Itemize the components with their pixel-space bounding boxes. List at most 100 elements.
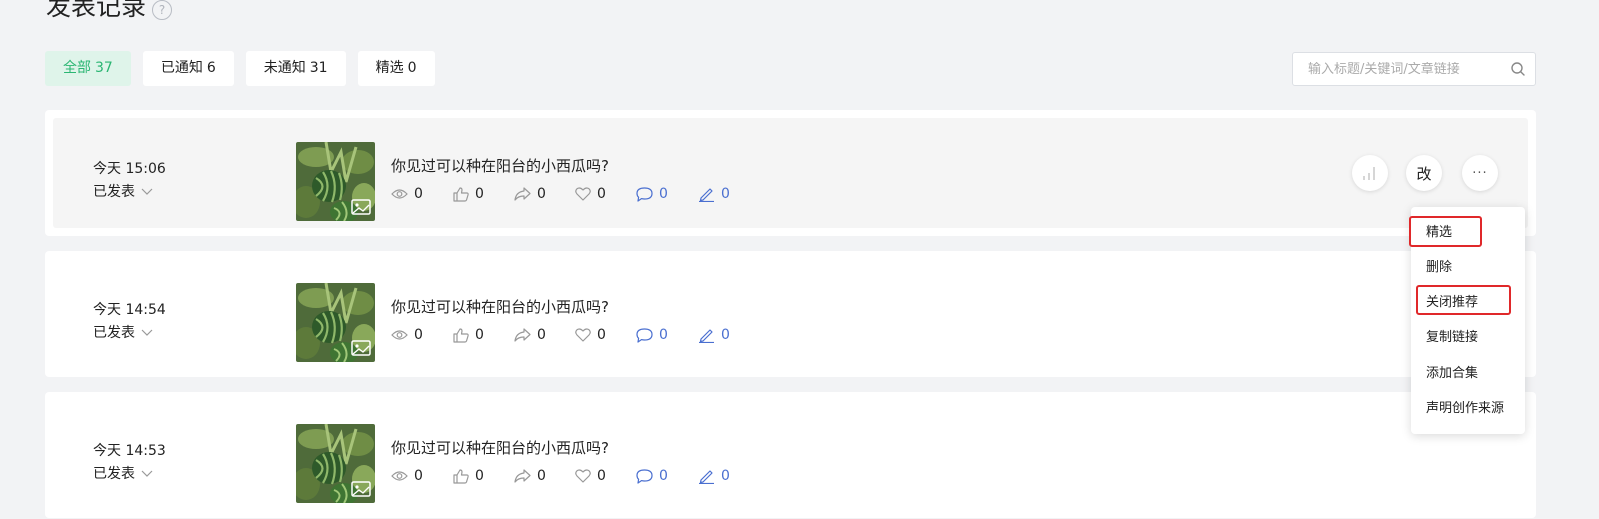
article-card[interactable]: 今天 14:54 已发表 你见过可以种在阳台的小西瓜吗? 0 0 0 0 0 0 (45, 251, 1536, 377)
filter-tab-featured[interactable]: 精选 0 (357, 51, 435, 86)
bar-chart-icon (1363, 167, 1375, 180)
likes-stat: 0 (453, 186, 514, 202)
eye-icon (391, 189, 408, 199)
shares-count: 0 (537, 186, 546, 202)
filter-tab-label: 精选 (375, 60, 404, 76)
favorites-count: 0 (597, 468, 606, 484)
article-card[interactable]: 今天 14:53 已发表 你见过可以种在阳台的小西瓜吗? 0 0 0 0 0 0 (45, 392, 1536, 518)
article-thumbnail[interactable] (296, 424, 375, 503)
article-thumbnail[interactable] (296, 283, 375, 362)
publish-status[interactable]: 已发表 (93, 464, 166, 484)
article-stats: 0 0 0 0 0 0 (391, 186, 730, 202)
filter-tab-count: 37 (95, 60, 113, 76)
publish-status-label: 已发表 (93, 184, 135, 200)
shares-stat: 0 (514, 186, 575, 202)
search-icon[interactable] (1501, 52, 1535, 86)
filter-tab-label: 未通知 (263, 60, 306, 76)
views-count: 0 (414, 327, 423, 343)
eye-icon (391, 330, 408, 340)
favorites-stat: 0 (575, 186, 636, 202)
favorites-count: 0 (597, 327, 606, 343)
thumbs-up-icon (453, 186, 469, 202)
menu-item-add-collection[interactable]: 添加合集 (1426, 365, 1478, 383)
publish-status[interactable]: 已发表 (93, 323, 166, 343)
help-icon[interactable]: ? (152, 0, 173, 20)
likes-count: 0 (475, 327, 484, 343)
thumbs-up-icon (453, 468, 469, 484)
watermelon-image (296, 424, 375, 503)
favorites-stat: 0 (575, 327, 636, 343)
chevron-down-icon (141, 470, 153, 477)
share-icon (514, 187, 531, 201)
comments-stat[interactable]: 0 (636, 468, 698, 484)
filter-tab-label: 已通知 (160, 60, 203, 76)
more-button[interactable]: ··· (1462, 155, 1498, 191)
edits-stat[interactable]: 0 (698, 468, 730, 484)
comments-stat[interactable]: 0 (636, 327, 698, 343)
chevron-down-icon (141, 188, 153, 195)
filter-tab-count: 6 (206, 60, 216, 76)
publish-time: 今天 14:54 (93, 302, 166, 318)
likes-count: 0 (475, 186, 484, 202)
article-card-body: 今天 15:06 已发表 你见过可以种在阳台的小西瓜吗? 0 0 0 0 0 0 (53, 118, 1528, 228)
views-stat: 0 (391, 468, 453, 484)
heart-icon (575, 469, 591, 483)
article-meta: 今天 15:06 已发表 (93, 159, 166, 202)
article-title[interactable]: 你见过可以种在阳台的小西瓜吗? (391, 296, 609, 318)
filter-tab-count: 31 (309, 60, 328, 76)
filter-tab-label: 全部 (63, 60, 91, 76)
filter-tab-count: 0 (407, 60, 417, 76)
likes-stat: 0 (453, 468, 514, 484)
pen-icon (699, 329, 714, 343)
comments-count: 0 (659, 468, 668, 484)
article-stats: 0 0 0 0 0 0 (391, 468, 730, 484)
article-title[interactable]: 你见过可以种在阳台的小西瓜吗? (391, 437, 609, 459)
edits-stat[interactable]: 0 (698, 327, 730, 343)
article-thumbnail[interactable] (296, 142, 375, 221)
edits-count: 0 (721, 327, 730, 343)
views-count: 0 (414, 186, 423, 202)
share-icon (514, 469, 531, 483)
search-input[interactable] (1293, 61, 1501, 77)
comments-count: 0 (659, 327, 668, 343)
filter-tab-notified[interactable]: 已通知 6 (142, 51, 234, 86)
filter-tab-not-notified[interactable]: 未通知 31 (245, 51, 346, 86)
thumbs-up-icon (453, 327, 469, 343)
article-card[interactable]: 今天 15:06 已发表 你见过可以种在阳台的小西瓜吗? 0 0 0 0 0 0 (45, 110, 1536, 236)
edits-count: 0 (721, 468, 730, 484)
menu-item-declare-source[interactable]: 声明创作来源 (1426, 400, 1504, 418)
filter-tabs: 全部 37 已通知 6 未通知 31 精选 0 (45, 51, 447, 86)
comment-icon (636, 327, 653, 343)
shares-count: 0 (537, 327, 546, 343)
highlight-box-featured (1409, 216, 1482, 247)
publish-status[interactable]: 已发表 (93, 182, 166, 202)
stats-button[interactable] (1352, 155, 1388, 191)
comments-stat[interactable]: 0 (636, 186, 698, 202)
eye-icon (391, 471, 408, 481)
comment-icon (636, 186, 653, 202)
pen-icon (699, 470, 714, 484)
share-icon (514, 328, 531, 342)
page-title: 发表记录 ? (46, 0, 173, 24)
comments-count: 0 (659, 186, 668, 202)
views-count: 0 (414, 468, 423, 484)
article-meta: 今天 14:53 已发表 (93, 441, 166, 484)
menu-item-copy-link[interactable]: 复制链接 (1426, 329, 1478, 347)
article-title[interactable]: 你见过可以种在阳台的小西瓜吗? (391, 155, 609, 177)
favorites-stat: 0 (575, 468, 636, 484)
highlight-box-disable-recommend (1416, 285, 1511, 315)
filter-tab-all[interactable]: 全部 37 (45, 51, 131, 86)
edits-stat[interactable]: 0 (698, 186, 730, 202)
publish-status-label: 已发表 (93, 325, 135, 341)
shares-stat: 0 (514, 327, 575, 343)
shares-count: 0 (537, 468, 546, 484)
watermelon-image (296, 283, 375, 362)
views-stat: 0 (391, 327, 453, 343)
likes-count: 0 (475, 468, 484, 484)
edit-button[interactable]: 改 (1406, 155, 1442, 191)
views-stat: 0 (391, 186, 453, 202)
heart-icon (575, 328, 591, 342)
menu-item-delete[interactable]: 删除 (1426, 259, 1452, 277)
favorites-count: 0 (597, 186, 606, 202)
search-box (1292, 52, 1536, 86)
